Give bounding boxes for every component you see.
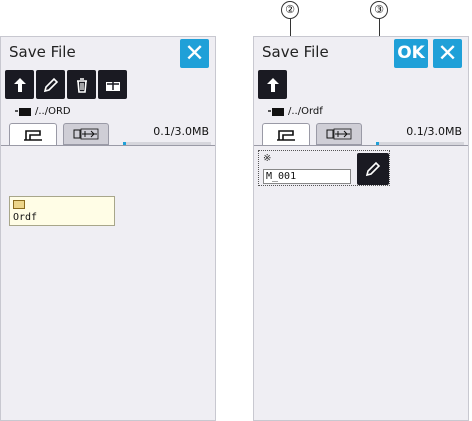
save-file-screen-right: Save File OK ✕ /../Ordf 0.1/3.0MB ※ M_00…	[253, 36, 469, 421]
storage-tabs: 0.1/3.0MB	[254, 121, 468, 146]
toolbar	[258, 70, 287, 100]
pencil-icon	[43, 77, 58, 92]
tab-machine-memory[interactable]	[262, 123, 310, 145]
embroidery-file-icon: ※	[263, 153, 272, 164]
rename-button[interactable]	[36, 70, 65, 99]
delete-button[interactable]	[67, 70, 96, 99]
new-folder-button[interactable]	[98, 70, 127, 99]
toolbar	[5, 70, 127, 100]
folder-item[interactable]: Ordf	[9, 196, 115, 226]
storage-usage: 0.1/3.0MB	[406, 125, 462, 138]
tab-usb[interactable]	[316, 123, 362, 145]
path-row: /../Ordf	[254, 103, 468, 119]
machine-memory-icon	[15, 107, 31, 116]
usb-icon	[326, 128, 352, 140]
sewing-machine-icon	[24, 129, 42, 141]
callout-2: ②	[281, 1, 299, 19]
sewing-machine-icon	[277, 129, 295, 141]
trash-icon	[76, 77, 87, 93]
folder-icon	[13, 200, 25, 209]
ok-button[interactable]: OK	[394, 39, 428, 68]
edit-name-button[interactable]	[357, 153, 389, 185]
back-button[interactable]	[258, 70, 287, 99]
close-button[interactable]: ✕	[433, 39, 462, 68]
usb-icon	[73, 128, 99, 140]
file-list-area: ※ M_001	[254, 146, 468, 420]
current-path: /../ORD	[35, 105, 71, 117]
back-arrow-icon	[13, 77, 26, 92]
screen-title: Save File	[9, 43, 76, 61]
screen-title: Save File	[262, 43, 329, 61]
machine-memory-icon	[268, 107, 284, 116]
title-bar: Save File ✕	[1, 37, 215, 70]
tab-usb[interactable]	[63, 123, 109, 145]
storage-usage: 0.1/3.0MB	[153, 125, 209, 138]
close-button[interactable]: ✕	[180, 39, 209, 68]
pencil-icon	[365, 161, 381, 177]
file-name-field[interactable]: M_001	[263, 169, 351, 184]
save-file-screen-left: Save File ✕ /../ORD 0.1/3.0MB Ordf	[0, 36, 216, 421]
path-row: /../ORD	[1, 103, 215, 119]
tab-machine-memory[interactable]	[9, 123, 57, 145]
new-folder-icon	[105, 77, 120, 91]
title-bar: Save File OK ✕	[254, 37, 468, 70]
storage-indicator: 0.1/3.0MB	[374, 123, 464, 146]
storage-indicator: 0.1/3.0MB	[121, 123, 211, 146]
storage-tabs: 0.1/3.0MB	[1, 121, 215, 146]
file-list-area: Ordf	[1, 146, 215, 420]
back-arrow-icon	[266, 77, 279, 92]
back-button[interactable]	[5, 70, 34, 99]
folder-label: Ordf	[13, 212, 38, 223]
current-path: /../Ordf	[288, 105, 323, 117]
file-name-edit-area: ※ M_001	[258, 150, 390, 186]
callout-3: ③	[370, 1, 388, 19]
